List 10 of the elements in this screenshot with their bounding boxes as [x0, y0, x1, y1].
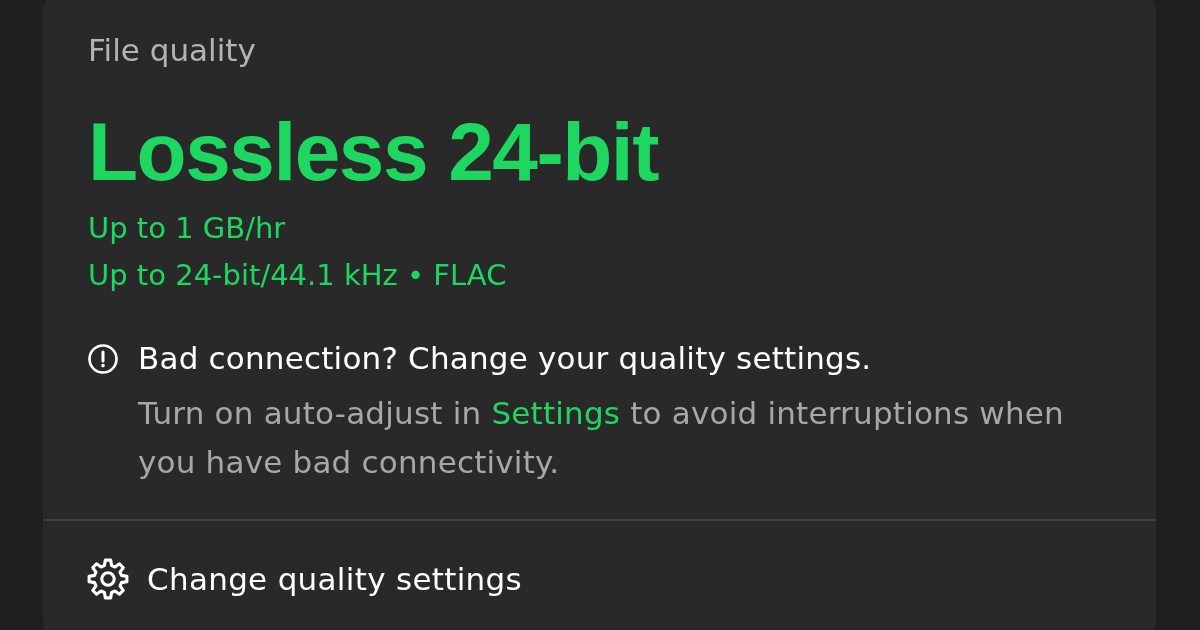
quality-detail: Up to 1 GB/hr — [88, 210, 286, 247]
section-label: File quality — [88, 32, 257, 68]
settings-link[interactable]: Settings — [491, 395, 621, 431]
notice-description: Turn on auto-adjust in Settings to avoid interruptions when you have bad connectivity. — [138, 394, 1065, 482]
quality-detail: Up to 24-bit/44.1 kHz • FLAC — [88, 257, 507, 294]
quality-title: Lossless 24-bit — [88, 111, 660, 193]
change-quality-settings-button[interactable]: Change quality settings — [86, 557, 522, 601]
notice-title: Bad connection? Change your quality settings. — [138, 339, 873, 378]
gear-icon — [86, 557, 130, 601]
exclamation-icon — [88, 344, 118, 374]
